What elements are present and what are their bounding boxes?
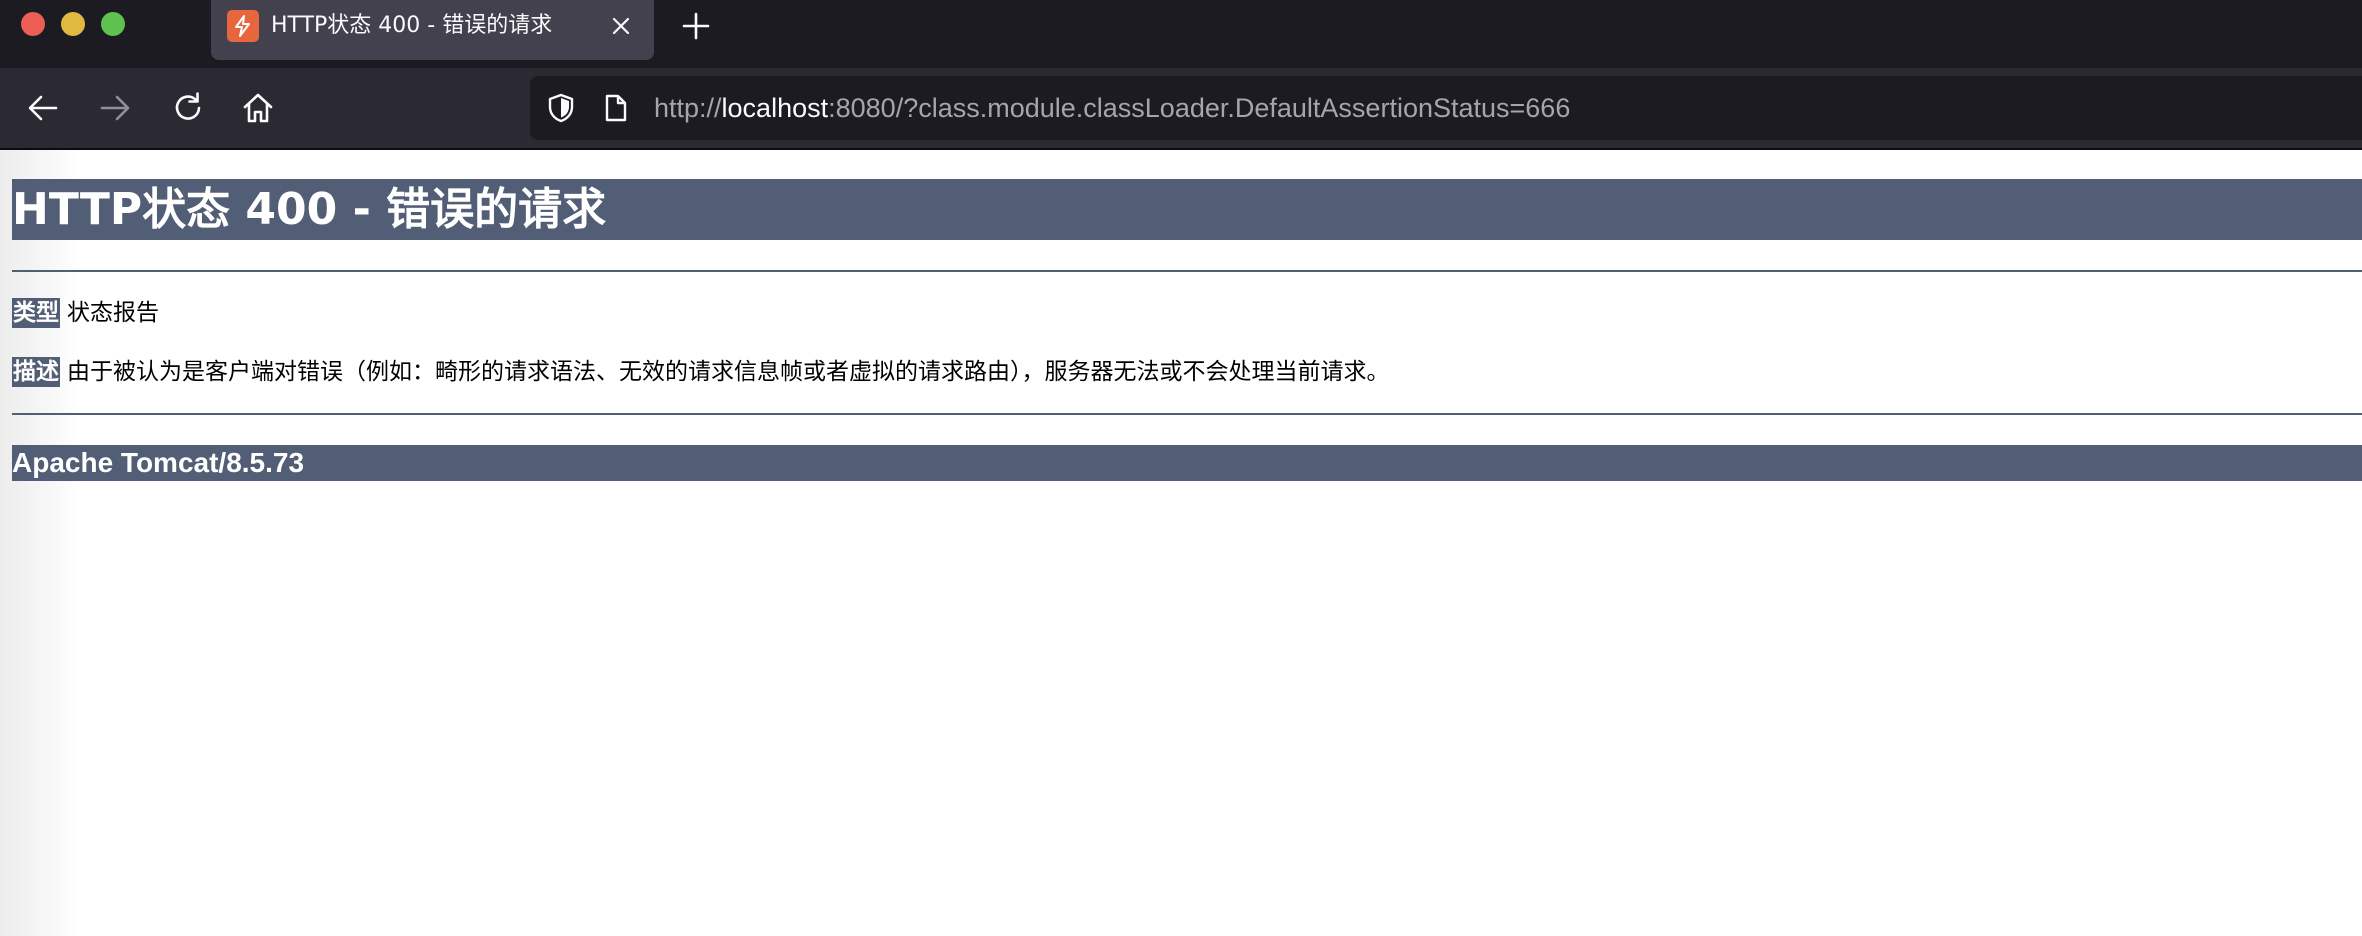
window-maximize-button[interactable] [101,12,125,36]
url-bar[interactable]: http://localhost:8080/?class.module.clas… [530,76,2362,140]
description-row: 描述 由于被认为是客户端对错误（例如：畸形的请求语法、无效的请求信息帧或者虚拟的请… [12,357,1390,387]
description-value: 由于被认为是客户端对错误（例如：畸形的请求语法、无效的请求信息帧或者虚拟的请求路… [67,359,1390,385]
page-title: HTTP状态 400 - 错误的请求 [12,179,2362,240]
plus-icon[interactable] [681,11,711,41]
browser-tab-active[interactable]: HTTP状态 400 - 错误的请求 [211,0,654,60]
server-info: Apache Tomcat/8.5.73 [12,445,2362,481]
page-icon[interactable] [602,93,630,123]
url-text[interactable]: http://localhost:8080/?class.module.clas… [654,91,1570,125]
divider [12,413,2362,415]
url-host: localhost [721,93,829,123]
tomcat-favicon-icon [227,10,259,42]
type-value: 状态报告 [67,300,159,326]
browser-titlebar: HTTP状态 400 - 错误的请求 [0,0,2362,68]
divider [12,270,2362,272]
tab-title: HTTP状态 400 - 错误的请求 [271,13,553,38]
window-close-button[interactable] [21,12,45,36]
type-label: 类型 [12,298,60,328]
shield-icon[interactable] [546,93,576,123]
type-row: 类型 状态报告 [12,298,159,328]
close-icon[interactable] [608,13,634,39]
url-scheme: http:// [654,93,722,123]
arrow-right-icon[interactable] [97,90,133,126]
url-path: :8080/?class.module.classLoader.DefaultA… [828,93,1571,123]
description-label: 描述 [12,357,60,387]
home-icon[interactable] [240,90,276,126]
window-minimize-button[interactable] [61,12,85,36]
error-page: HTTP状态 400 - 错误的请求 类型 状态报告 描述 由于被认为是客户端对错误… [12,150,2362,936]
arrow-left-icon[interactable] [25,90,61,126]
reload-icon[interactable] [170,90,206,126]
